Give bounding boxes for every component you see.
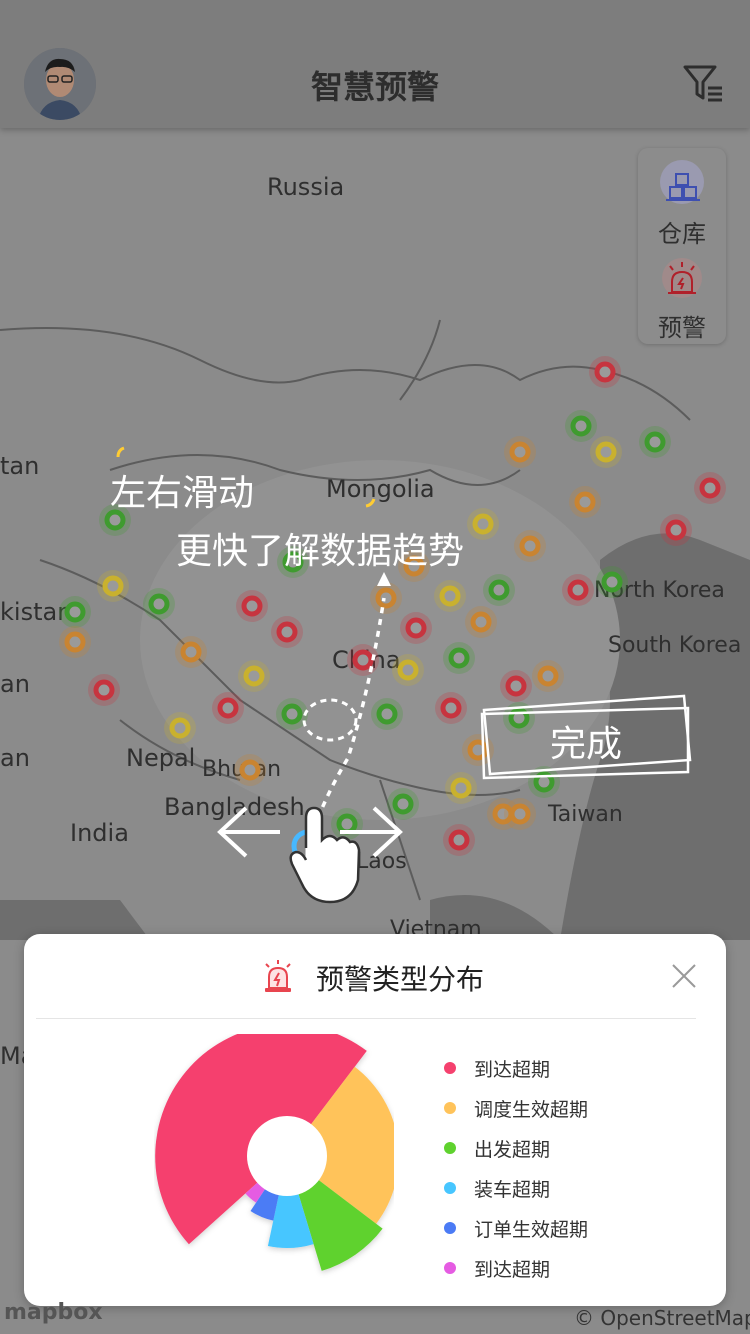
legend-dot	[444, 1142, 456, 1154]
legend-dot	[444, 1062, 456, 1074]
legend-item[interactable]: 订单生效超期	[444, 1208, 588, 1248]
legend-item[interactable]: 装车超期	[444, 1168, 588, 1208]
legend-label: 订单生效超期	[474, 1218, 589, 1241]
osm-attribution[interactable]: © OpenStreetMap	[574, 1306, 750, 1330]
legend-item[interactable]: 到达超期	[444, 1248, 588, 1288]
legend-item[interactable]: 到达超期	[444, 1048, 588, 1088]
hand-pointer-icon	[289, 806, 361, 904]
done-button[interactable]: 完成	[484, 712, 688, 778]
pie-hole	[247, 1116, 327, 1196]
page-title: 智慧预警	[310, 68, 439, 106]
guide-overlay: 左右滑动 更快了解数据趋势 完成	[0, 128, 750, 934]
legend-dot	[444, 1222, 456, 1234]
legend-label: 装车超期	[474, 1178, 551, 1201]
legend-label: 出发超期	[474, 1138, 551, 1161]
legend-label: 到达超期	[474, 1258, 551, 1281]
card-title: 预警类型分布	[316, 963, 485, 996]
legend-item[interactable]: 调度生效超期	[444, 1088, 588, 1128]
legend-dot	[444, 1182, 456, 1194]
alert-distribution-card: 预警类型分布 到达超期 调度生效超期 出发超期 装车超期 订单生效超期 到达超期	[24, 934, 726, 1306]
app-header: 智慧预警	[0, 0, 750, 128]
legend-dot	[444, 1262, 456, 1274]
filter-icon[interactable]	[682, 64, 726, 104]
legend-dot	[444, 1102, 456, 1114]
mapbox-logo[interactable]: mapbox	[4, 1300, 103, 1325]
chart-legend: 到达超期 调度生效超期 出发超期 装车超期 订单生效超期 到达超期	[444, 1048, 588, 1288]
guide-line-2: 更快了解数据趋势	[176, 531, 465, 572]
guide-line-1: 左右滑动	[110, 473, 255, 514]
legend-label: 调度生效超期	[474, 1098, 589, 1121]
arrow-left-icon	[217, 806, 280, 858]
pie-chart	[155, 1034, 394, 1271]
legend-label: 到达超期	[474, 1058, 551, 1081]
close-icon[interactable]	[670, 962, 698, 990]
card-header: 预警类型分布	[36, 934, 696, 1019]
legend-item[interactable]: 出发超期	[444, 1128, 588, 1168]
alarm-icon	[265, 960, 291, 992]
